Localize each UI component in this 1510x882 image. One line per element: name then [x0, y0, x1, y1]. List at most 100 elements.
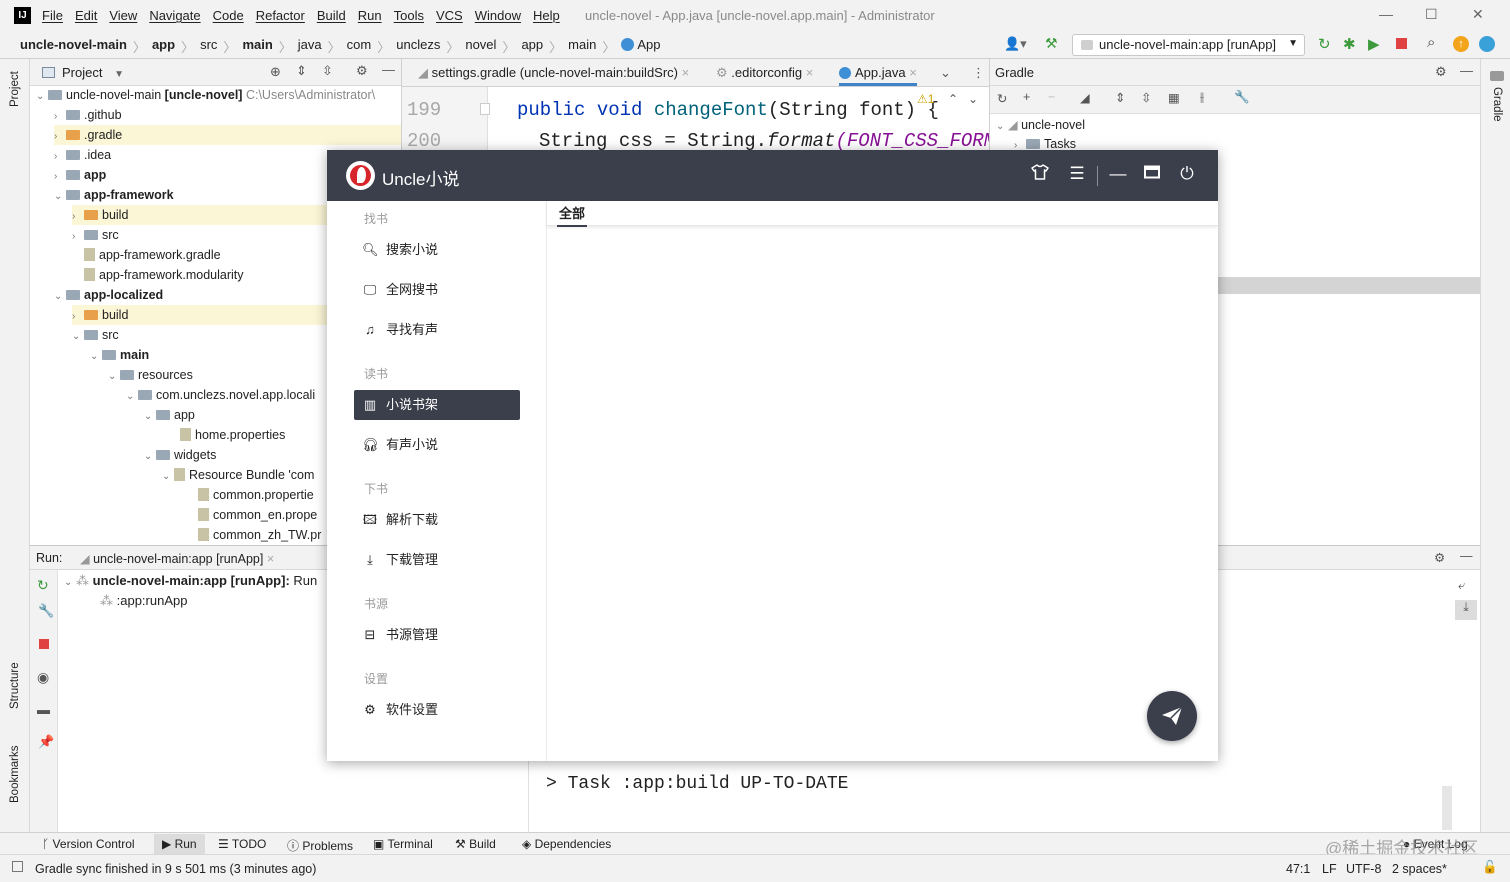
power-icon[interactable]: ⏻ [1176, 164, 1198, 184]
update-icon[interactable]: ↑ [1453, 36, 1469, 52]
menu-build[interactable]: Build [317, 8, 346, 23]
breadcrumb-item[interactable]: com [347, 37, 372, 56]
status-toggle-icon[interactable] [12, 861, 23, 872]
collapse-all-icon[interactable]: ⇳ [1141, 90, 1151, 105]
close-icon[interactable]: × [267, 552, 274, 566]
sidebar-item-download-manager[interactable]: ⤓ 下载管理 [354, 545, 520, 575]
run-tool[interactable]: ▶ Run [154, 834, 205, 854]
project-tool-tab[interactable]: Project [9, 71, 21, 107]
refresh-icon[interactable]: ↻ [997, 91, 1007, 106]
gear-icon[interactable]: ⚙ [1435, 64, 1447, 80]
dependencies-tool[interactable]: ◈ Dependencies [522, 837, 611, 851]
close-icon[interactable]: × [806, 65, 814, 80]
stop-icon[interactable] [39, 639, 49, 649]
indent-setting[interactable]: 2 spaces* [1392, 862, 1447, 876]
project-view-selector[interactable]: Project [62, 65, 102, 80]
todo-tool[interactable]: ☰ TODO [218, 837, 266, 851]
layout-icon[interactable]: ▬ [37, 702, 50, 717]
tab-all[interactable]: 全部 [557, 203, 588, 227]
menu-code[interactable]: Code [213, 8, 244, 23]
tree-row[interactable]: common_en.prope [198, 505, 317, 525]
breadcrumb-item[interactable]: main [568, 37, 596, 56]
expand-all-icon[interactable]: ⇕ [1115, 90, 1125, 105]
menu-refactor[interactable]: Refactor [256, 8, 305, 23]
window-close-icon[interactable]: ✕ [1472, 6, 1484, 23]
hammer-icon[interactable]: ⚒ [1045, 35, 1058, 52]
tree-row[interactable]: ⌄ resources [108, 365, 193, 385]
hide-panel-icon[interactable]: — [382, 62, 395, 77]
menu-window[interactable]: Window [475, 8, 521, 23]
line-separator[interactable]: LF [1322, 862, 1337, 876]
tree-row[interactable]: app-framework.modularity [84, 265, 244, 285]
dependencies-icon[interactable]: ▦ [1168, 90, 1180, 105]
breadcrumb-item[interactable]: java [298, 37, 322, 56]
menu-view[interactable]: View [109, 8, 137, 23]
tab-app-java[interactable]: App.java × [839, 65, 917, 86]
chevron-down-icon[interactable]: ⌄ [968, 92, 978, 106]
eye-icon[interactable]: ◉ [37, 669, 49, 686]
run-tab[interactable]: ◢ uncle-novel-main:app [runApp] × [80, 551, 274, 566]
sidebar-item-parse-download[interactable]: 🖾 解析下载 [354, 505, 520, 535]
sidebar-item-bookshelf[interactable]: ▥ 小说书架 [354, 390, 520, 420]
search-icon[interactable]: ⌕ [1427, 34, 1435, 51]
fab-button[interactable] [1147, 691, 1197, 741]
run-configuration-select[interactable]: uncle-novel-main:app [runApp] ▼ [1072, 34, 1305, 56]
run-tree-root[interactable]: ⌄ ⁂ uncle-novel-main:app [runApp]: Run [64, 571, 317, 591]
breadcrumb-item[interactable]: src [200, 37, 217, 56]
build-tool[interactable]: ⚒ Build [455, 837, 496, 851]
console-scrollbar[interactable] [1442, 786, 1452, 830]
rerun-icon[interactable]: ↻ [37, 577, 49, 594]
gradle-tree-root[interactable]: ⌄ ◢ uncle-novel [996, 115, 1085, 135]
tree-row[interactable]: app-framework.gradle [84, 245, 221, 265]
tree-row[interactable]: common.propertie [198, 485, 314, 505]
tree-row[interactable]: ⌄ widgets [144, 445, 216, 465]
tshirt-icon[interactable] [1029, 164, 1051, 185]
breadcrumb-item[interactable]: novel [465, 37, 496, 56]
menu-vcs[interactable]: VCS [436, 8, 463, 23]
bookmarks-tool-tab[interactable]: Bookmarks [9, 745, 21, 803]
tree-row[interactable]: › src [72, 225, 119, 245]
breadcrumb-item[interactable]: app [152, 37, 175, 56]
close-icon[interactable]: × [909, 65, 917, 80]
sidebar-item-find-audio[interactable]: ♫ 寻找有声 [354, 315, 520, 345]
execute-task-icon[interactable]: ◢ [1080, 90, 1090, 105]
tree-row[interactable]: ⌄ com.unclezs.novel.app.locali [126, 385, 315, 405]
locate-icon[interactable]: ⊕ [270, 64, 281, 80]
tree-row[interactable]: › .gradle [54, 125, 401, 145]
chevron-down-icon[interactable]: ▼ [114, 69, 124, 80]
tree-row[interactable]: ⌄ app [144, 405, 195, 425]
sidebar-item-web-search[interactable]: 🖵 全网搜书 [354, 275, 520, 305]
run-with-coverage-icon[interactable]: ▶ [1368, 35, 1380, 53]
menu-run[interactable]: Run [358, 8, 382, 23]
menu-file[interactable]: File [42, 8, 63, 23]
terminal-tool[interactable]: ▣ Terminal [373, 837, 433, 851]
toggle-offline-icon[interactable]: ⫲ [1200, 90, 1204, 105]
breadcrumb-item[interactable]: uncle-novel-main [20, 37, 127, 56]
tab-editorconfig[interactable]: ⚙ .editorconfig × [716, 65, 813, 81]
sidebar-item-search-novel[interactable]: 🔍︎ 搜索小说 [354, 235, 520, 265]
structure-tool-tab[interactable]: Structure [9, 662, 21, 709]
window-minimize-icon[interactable]: — [1379, 6, 1393, 22]
gradle-tool-tab[interactable]: Gradle [1491, 87, 1503, 122]
user-icon[interactable]: 👤▾ [1004, 36, 1027, 52]
close-icon[interactable]: × [682, 65, 690, 80]
problems-tool[interactable]: ⓘ Problems [287, 837, 353, 854]
tree-row[interactable]: ⌄ Resource Bundle 'com [162, 465, 314, 485]
maximize-icon[interactable] [1141, 164, 1163, 184]
tree-row[interactable]: ⌄ main [90, 345, 149, 365]
tree-row-root[interactable]: ⌄ uncle-novel-main [uncle-novel] C:\Users… [36, 85, 375, 105]
remove-icon[interactable]: − [1048, 90, 1055, 104]
caret-position[interactable]: 47:1 [1286, 862, 1310, 876]
add-icon[interactable]: + [1023, 90, 1030, 104]
sidebar-item-source-manager[interactable]: ⊟ 书源管理 [354, 620, 520, 650]
breadcrumb-item[interactable]: app [521, 37, 543, 56]
tab-list-chevron-icon[interactable]: ⌄ [940, 65, 951, 81]
console-output[interactable]: > Task :app:build UP-TO-DATE [528, 752, 1480, 832]
version-control-tool[interactable]: ᚴ Version Control [42, 837, 135, 851]
window-maximize-icon[interactable]: ☐ [1425, 6, 1438, 23]
hide-panel-icon[interactable]: — [1460, 63, 1473, 78]
file-encoding[interactable]: UTF-8 [1346, 862, 1381, 876]
menu-help[interactable]: Help [533, 8, 560, 23]
tree-row[interactable]: ⌄ src [72, 325, 119, 345]
menu-navigate[interactable]: Navigate [149, 8, 200, 23]
